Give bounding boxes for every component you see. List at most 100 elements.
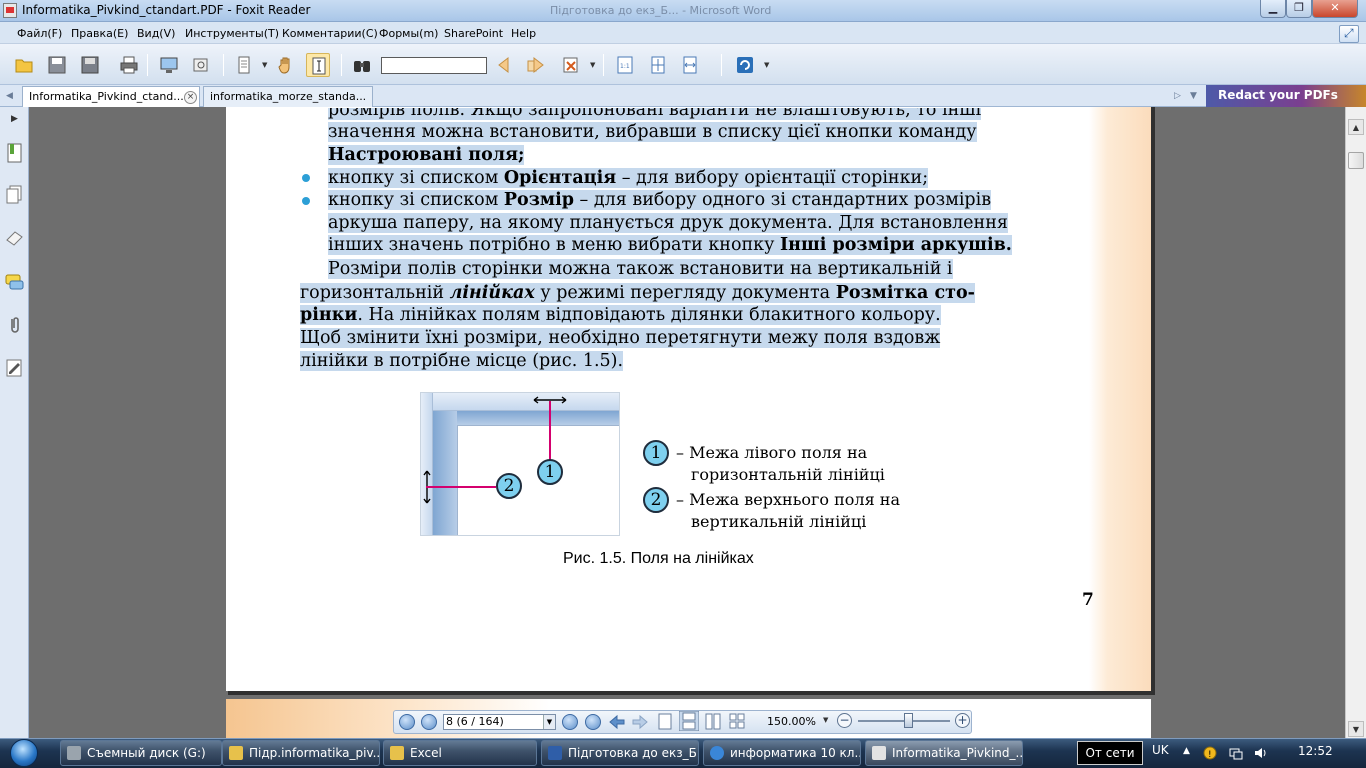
save-as-button[interactable] [78, 53, 102, 77]
taskbar-item-folder-pidr[interactable]: Підр.informatika_piv... [222, 740, 380, 766]
page-layout-button[interactable] [232, 53, 256, 77]
facing-view-icon[interactable] [705, 713, 721, 730]
tab-scroll-left-icon[interactable]: ◀ [6, 91, 13, 101]
taskbar-item-foxit[interactable]: Informatika_Pivkind_... [865, 740, 1023, 766]
figure-caption: Рис. 1.5. Поля на лінійках [563, 550, 754, 567]
find-next-button[interactable] [523, 53, 547, 77]
text-line: лінійки в потрібне місце (рис. 1.5). [300, 350, 624, 373]
fullscreen-button[interactable] [157, 53, 181, 77]
hand-tool-button[interactable] [274, 53, 298, 77]
open-file-button[interactable] [12, 53, 36, 77]
toolbar-separator [147, 54, 148, 76]
taskbar-item-label: Excel [410, 746, 442, 760]
scrollbar-thumb[interactable] [1348, 152, 1364, 169]
previous-page-icon[interactable] [421, 714, 437, 730]
text-run: у режимі перегляду документа [534, 283, 836, 303]
signature-icon[interactable] [5, 358, 24, 378]
network-icon[interactable] [1229, 746, 1243, 760]
bookmarks-icon[interactable] [5, 143, 24, 163]
tab-informatika-pivkind[interactable]: Informatika_Pivkind_ctand... [22, 86, 200, 107]
menu-help[interactable]: Help [511, 27, 536, 40]
find-previous-button[interactable] [493, 53, 517, 77]
tab-scroll-right-icon[interactable]: ▷ [1174, 91, 1181, 101]
vertical-ruler [421, 393, 433, 535]
single-page-view-icon[interactable] [657, 713, 673, 730]
fit-width-icon [683, 56, 697, 74]
windows-logo-icon [10, 739, 38, 767]
clock[interactable]: 12:52 [1298, 744, 1333, 758]
vertical-scrollbar[interactable]: ▲ ▼ [1345, 107, 1366, 738]
search-input[interactable] [381, 57, 487, 74]
start-button[interactable] [4, 738, 48, 768]
show-hidden-icons-icon[interactable]: ▲ [1183, 746, 1190, 756]
power-warning-icon[interactable]: ! [1203, 746, 1217, 760]
find-button[interactable] [350, 53, 374, 77]
chevron-down-icon[interactable]: ▼ [823, 716, 828, 724]
last-page-icon[interactable] [585, 714, 601, 730]
redact-promo-banner[interactable]: Redact your PDFs [1206, 85, 1366, 107]
close-tab-icon[interactable]: × [184, 91, 197, 104]
chevron-down-icon[interactable]: ▼ [764, 61, 769, 69]
menu-file[interactable]: Файл(F) [17, 27, 62, 40]
expand-panel-icon[interactable]: ▶ [11, 114, 18, 124]
drive-icon [67, 746, 81, 760]
tab-list-icon[interactable]: ▼ [1190, 91, 1197, 101]
menu-tools[interactable]: Инструменты(T) [185, 27, 279, 40]
list-item: кнопку зі списком Розмір – для вибору од… [328, 189, 992, 212]
taskbar-item-folder-excel[interactable]: Excel [383, 740, 537, 766]
close-button[interactable]: ✕ [1312, 0, 1358, 18]
volume-icon[interactable] [1254, 746, 1268, 760]
continuous-facing-icon[interactable] [729, 713, 745, 730]
list-bullet [302, 197, 310, 205]
restore-document-icon[interactable] [1339, 25, 1359, 43]
legend-text: – Межа лівого поля на [676, 443, 868, 462]
taskbar-item-removable-disk[interactable]: Съемный диск (G:) [60, 740, 222, 766]
pages-icon[interactable] [5, 185, 24, 205]
chevron-down-icon[interactable]: ▼ [262, 61, 267, 69]
page-decoration-strip [1089, 107, 1151, 691]
chevron-down-icon[interactable]: ▼ [543, 715, 555, 729]
minimize-button[interactable]: ▁ [1260, 0, 1286, 18]
power-tooltip: От сети [1077, 741, 1143, 765]
toolbar-separator [341, 54, 342, 76]
print-button[interactable] [117, 53, 141, 77]
rotate-button[interactable] [733, 53, 757, 77]
taskbar-item-word[interactable]: Підготовка до екз_Б... [541, 740, 699, 766]
scroll-down-icon[interactable]: ▼ [1348, 721, 1364, 737]
menu-view[interactable]: Вид(V) [137, 27, 175, 40]
text-run-bold-italic: лінійках [449, 283, 535, 303]
comments-icon[interactable] [5, 272, 24, 292]
foxit-app-icon[interactable] [3, 3, 17, 18]
menu-sharepoint[interactable]: SharePoint [444, 27, 503, 40]
layers-icon[interactable] [5, 228, 24, 248]
menu-forms[interactable]: Формы(m) [379, 27, 438, 40]
scroll-up-icon[interactable]: ▲ [1348, 119, 1364, 135]
fit-width-button[interactable] [678, 53, 702, 77]
go-forward-icon[interactable] [631, 714, 649, 730]
maximize-button[interactable]: ❐ [1286, 0, 1312, 18]
taskbar-item-browser[interactable]: информатика 10 кл... [703, 740, 861, 766]
zoom-level[interactable]: 150.00% [767, 715, 816, 728]
continuous-view-icon[interactable] [679, 711, 699, 731]
zoom-in-button[interactable]: + [955, 713, 970, 728]
page-number-input[interactable]: 8 (6 / 164) ▼ [443, 714, 556, 730]
go-back-icon[interactable] [608, 714, 626, 730]
chevron-down-icon[interactable]: ▼ [590, 61, 595, 69]
first-page-icon[interactable] [399, 714, 415, 730]
next-page-icon[interactable] [562, 714, 578, 730]
zoom-slider-thumb[interactable] [904, 713, 913, 728]
text-run: кнопку зі списком [328, 168, 504, 188]
annotation-tool-button[interactable] [559, 53, 583, 77]
fit-page-button[interactable] [646, 53, 670, 77]
tab-informatika-morze[interactable]: informatika_morze_standa... [203, 86, 373, 107]
menu-edit[interactable]: Правка(E) [71, 27, 128, 40]
actual-size-button[interactable]: 1:1 [613, 53, 637, 77]
attachment-icon[interactable] [5, 315, 24, 335]
properties-button[interactable] [189, 53, 213, 77]
select-text-button[interactable] [306, 53, 330, 77]
save-button[interactable] [45, 53, 69, 77]
menu-comments[interactable]: Комментарии(C) [282, 27, 378, 40]
title-bar: Informatika_Pivkind_ctandart.PDF - Foxit… [0, 0, 1366, 22]
language-indicator[interactable]: UK [1152, 743, 1169, 757]
zoom-out-button[interactable]: − [837, 713, 852, 728]
